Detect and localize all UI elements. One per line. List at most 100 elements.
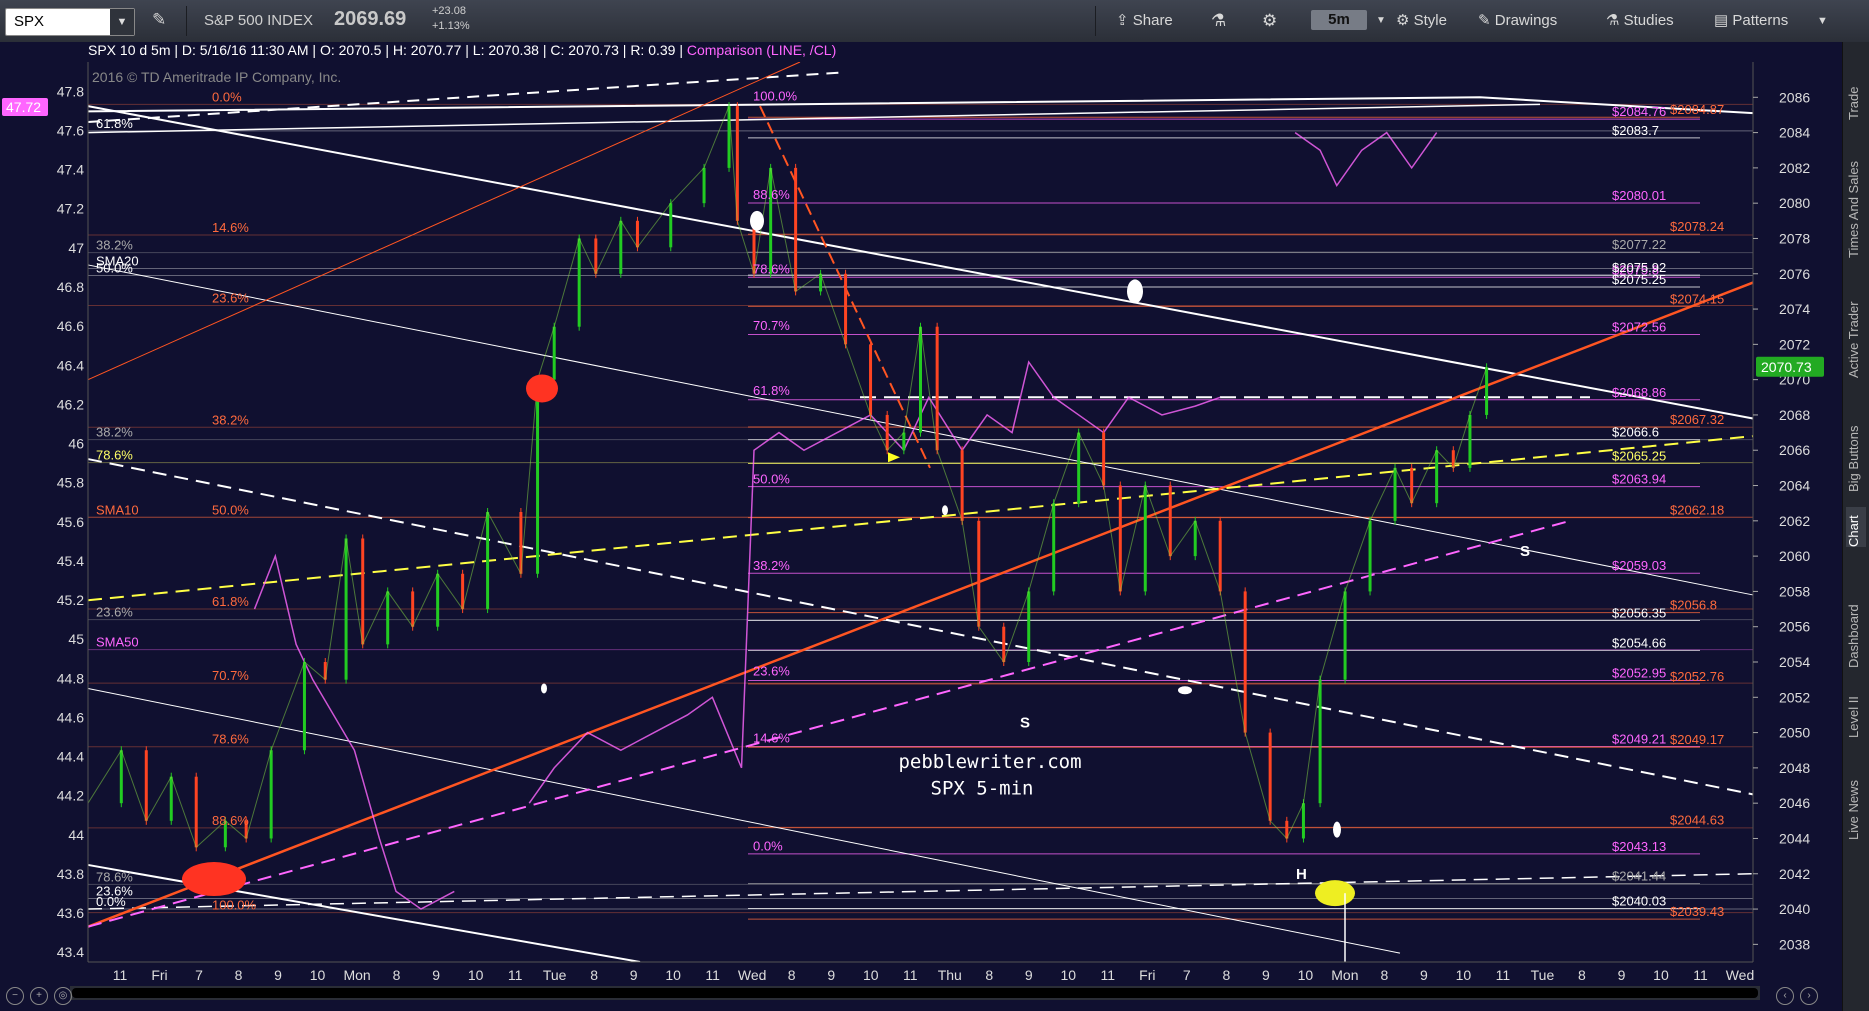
- price-candle: [1485, 367, 1489, 415]
- price-candle: [411, 591, 415, 627]
- price-candle: [1052, 503, 1056, 592]
- time-tick-label: Fri: [151, 967, 167, 983]
- yellow-marker: [1315, 880, 1355, 907]
- comparison-tick-label: 47.6: [57, 122, 84, 138]
- level-label: $2049.17: [1670, 732, 1724, 747]
- price-tick-label: 2058: [1779, 583, 1810, 599]
- level-label: $2041.44: [1612, 869, 1666, 884]
- time-tick-label: 8: [985, 967, 993, 983]
- sidebar-tab-times-and-sales[interactable]: Times And Sales: [1846, 138, 1866, 258]
- time-tick-label: 8: [1222, 967, 1230, 983]
- comparison-tick-label: 43.6: [57, 905, 84, 921]
- time-tick-label: 9: [432, 967, 440, 983]
- price-candle: [1301, 803, 1305, 839]
- price-candle: [1343, 591, 1347, 680]
- time-tick-label: 8: [590, 967, 598, 983]
- comparison-tick-label: 44.2: [57, 788, 84, 804]
- price-candle: [1077, 432, 1081, 504]
- price-tick-label: 2054: [1779, 654, 1810, 670]
- level-label: $2054.66: [1612, 635, 1666, 650]
- zoom-out-icon[interactable]: −: [6, 987, 24, 1005]
- fib-label-left: 78.6%: [212, 732, 249, 747]
- zoom-fit-icon[interactable]: ◎: [54, 987, 72, 1005]
- comparison-tick-label: 45.8: [57, 475, 84, 491]
- time-tick-label: 11: [113, 967, 128, 983]
- fib-label-mid: 88.6%: [753, 187, 790, 202]
- price-candle: [436, 573, 440, 627]
- chart-scrollbar[interactable]: [70, 986, 1760, 1000]
- price-candle: [1268, 732, 1272, 821]
- copyright-text: 2016 © TD Ameritrade IP Company, Inc.: [92, 69, 341, 85]
- comparison-tick-label: 47: [68, 240, 84, 256]
- sidebar-tab-active-trader[interactable]: Active Trader: [1846, 278, 1866, 378]
- scroll-left-icon[interactable]: ‹: [1776, 987, 1794, 1005]
- fib-label-left: 23.6%: [212, 291, 249, 306]
- level-label: $2059.03: [1612, 558, 1666, 573]
- sidebar-tab-live-news[interactable]: Live News: [1846, 750, 1866, 840]
- comparison-tick-label: 45.4: [57, 553, 84, 569]
- price-candle: [1468, 414, 1472, 468]
- time-tick-label: 8: [235, 967, 243, 983]
- price-candle: [869, 344, 873, 415]
- price-candle: [486, 512, 490, 610]
- scroll-right-icon[interactable]: ›: [1800, 987, 1818, 1005]
- chart-header: SPX 10 d 5m | D: 5/16/16 11:30 AM | O: 2…: [88, 42, 837, 62]
- sidebar-tab-trade[interactable]: Trade: [1846, 60, 1866, 120]
- time-tick-label: 9: [1420, 967, 1428, 983]
- price-candle: [635, 220, 639, 248]
- fib-label-mid: 23.6%: [753, 664, 790, 679]
- fib-label-left: 14.6%: [212, 220, 249, 235]
- level-label: $2078.24: [1670, 219, 1724, 234]
- fib-label-mid: 61.8%: [753, 383, 790, 398]
- level-label: $2056.35: [1612, 606, 1666, 621]
- fib-label-left: SMA50: [96, 635, 139, 650]
- comparison-tick-label: 46: [68, 436, 84, 452]
- time-tick-label: 9: [274, 967, 282, 983]
- price-candle: [194, 776, 198, 848]
- time-tick-label: 9: [1618, 967, 1626, 983]
- level-label: $2043.13: [1612, 839, 1666, 854]
- fib-label-left: 0.0%: [96, 894, 126, 909]
- level-label: $2049.21: [1612, 732, 1666, 747]
- fib-label-mid: 14.6%: [753, 731, 790, 746]
- sidebar-tab-dashboard[interactable]: Dashboard: [1846, 568, 1866, 668]
- price-tick-label: 2066: [1779, 442, 1810, 458]
- level-label: $2080.01: [1612, 188, 1666, 203]
- fib-label-left: 61.8%: [212, 594, 249, 609]
- fib-label-mid: 50.0%: [753, 471, 790, 486]
- zoom-in-icon[interactable]: +: [30, 987, 48, 1005]
- time-tick-label: 11: [1101, 967, 1116, 983]
- fib-label-left: 38.2%: [212, 412, 249, 427]
- price-candle: [344, 538, 348, 680]
- time-tick-label: 7: [1183, 967, 1191, 983]
- sidebar-tab-big-buttons[interactable]: Big Buttons: [1846, 392, 1866, 493]
- level-label: $2052.76: [1670, 669, 1724, 684]
- price-candle: [702, 167, 706, 204]
- price-candle: [119, 750, 123, 804]
- price-candle: [885, 414, 889, 451]
- price-candle: [935, 326, 939, 451]
- price-tick-label: 2052: [1779, 689, 1810, 705]
- time-tick-label: 11: [705, 967, 720, 983]
- level-label: $2084.76: [1612, 104, 1666, 119]
- price-candle: [1168, 485, 1172, 557]
- annotation-s: S: [1020, 714, 1030, 731]
- price-candle: [269, 750, 273, 839]
- fib-label-left: 50.0%: [96, 261, 133, 276]
- fib-label-mid: 70.7%: [753, 318, 790, 333]
- sidebar-tab-level-ii[interactable]: Level II: [1846, 682, 1866, 738]
- price-candle: [1318, 679, 1322, 804]
- price-candle: [977, 520, 981, 627]
- time-tick-label: 8: [1380, 967, 1388, 983]
- level-label: $2062.18: [1670, 503, 1724, 518]
- price-candle: [594, 238, 598, 274]
- price-candle: [960, 450, 964, 521]
- level-label: $2068.86: [1612, 385, 1666, 400]
- sidebar-tab-chart[interactable]: Chart: [1846, 507, 1866, 547]
- white-marker: [942, 505, 948, 516]
- price-candle: [144, 750, 148, 821]
- scrollbar-thumb[interactable]: [72, 988, 1758, 998]
- price-chart[interactable]: S S Hpebblewriter.com SPX 5-min 2016 © TD Am…: [0, 0, 1843, 1011]
- price-candle: [1002, 626, 1006, 662]
- fib-label-left: 61.8%: [96, 116, 133, 131]
